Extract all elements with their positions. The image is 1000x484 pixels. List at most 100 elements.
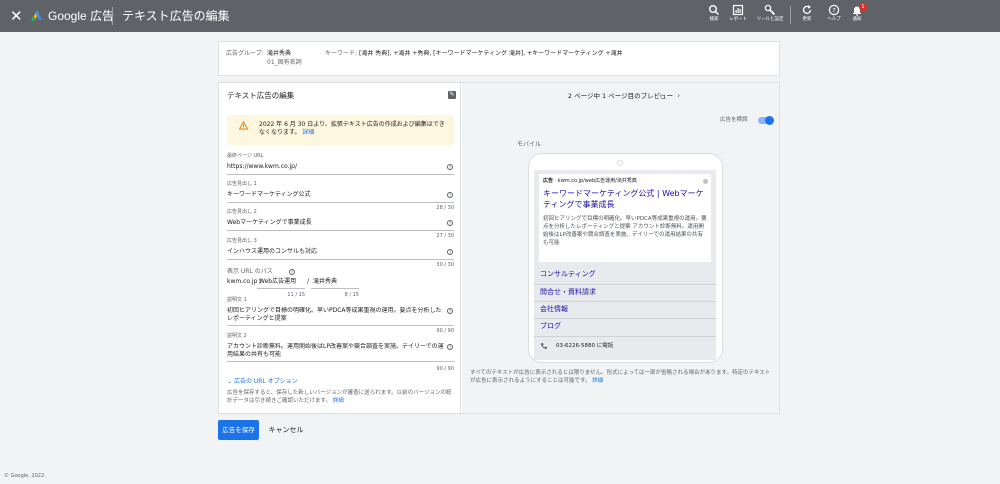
edit-ad-card: テキスト広告の編集 ✎ 2022 年 6 月 30 日より、拡張テキスト広告の作… (218, 82, 780, 414)
sitelink-blog[interactable]: ブログ (540, 322, 561, 331)
report-tool-label: レポート (729, 17, 747, 22)
ad-preview: 広告 · kwm.co.jp/web広告運用/滝井秀典 キーワードマーケティング… (539, 174, 711, 262)
ad-display-url: kwm.co.jp/web広告運用/滝井秀典 (557, 178, 637, 184)
warning-message: 2022 年 6 月 30 日より、拡張テキスト広告の作成および編集はできなくな… (259, 121, 445, 136)
headline1-input[interactable]: キーワードマーケティング公式 (227, 191, 447, 199)
desc1-help-icon[interactable]: ? (447, 308, 453, 314)
adgroup-value: 滝井秀典 (267, 50, 292, 57)
desc2-input[interactable]: アカウント診断無料。運用開始後はLP改善案や競合調査を実施。デイリーでの運用結果… (227, 343, 447, 359)
final-url-underline (227, 174, 454, 175)
search-tool-label: 検索 (709, 17, 719, 22)
headline3-underline (227, 259, 454, 260)
headline3-help-icon[interactable]: ? (447, 249, 453, 255)
toggle-knob (765, 116, 774, 125)
cancel-button[interactable]: キャンセル (266, 420, 306, 440)
adgroup-info-card: 広告グループ: 滝井秀典 01_固有名詞 キーワード: [滝井 秀典], +滝井… (218, 41, 780, 76)
sitelink-divider (534, 284, 716, 285)
path2-input[interactable]: 滝井秀典 (313, 278, 358, 286)
headline3-label: 広告見出し 3 (227, 238, 257, 244)
display-path-label: 表示 URL のパス (227, 268, 273, 275)
refresh-icon (802, 5, 812, 14)
sitelink-divider (534, 336, 716, 337)
preview-prev-button[interactable]: ‹ (659, 91, 662, 101)
disclaimer-text: すべてのテキストが広告に表示されるとは限りません。形式によっては一部が省略される… (470, 370, 771, 384)
save-ad-button[interactable]: 広告を保存 (218, 420, 259, 440)
preview-disclaimer: すべてのテキストが広告に表示されるとは限りません。形式によっては一部が省略される… (470, 369, 775, 385)
headline2-input[interactable]: Webマーケティングで事業成長 (227, 219, 447, 227)
path1-input[interactable]: Web広告運用 (259, 278, 304, 286)
sitelink-contact[interactable]: 問合せ・資料請求 (540, 288, 596, 297)
notifications-button[interactable]: 通知 1 (840, 3, 874, 22)
headline1-help-icon[interactable]: ? (447, 192, 453, 198)
disclaimer-details-link[interactable]: 詳細 (592, 378, 603, 384)
device-label: モバイル (517, 141, 542, 148)
headline3-input[interactable]: インハウス運用のコンサルも対応 (227, 248, 447, 256)
ad-description: 初回ヒアリングで目標の明確化。早いPDCA等成果重視の運用。要点を分析したレポー… (543, 216, 707, 246)
notifications-label: 通知 (852, 17, 862, 22)
expand-toggle[interactable] (758, 116, 774, 125)
ad-headline[interactable]: キーワードマーケティング公式 | Webマーケティングで事業成長 (543, 188, 707, 210)
path1-underline (257, 288, 305, 289)
display-path-help-icon[interactable]: ? (289, 269, 295, 275)
phone-frame: 広告 · kwm.co.jp/web広告運用/滝井秀典 キーワードマーケティング… (528, 153, 723, 363)
notification-badge: 1 (859, 3, 867, 11)
page-title: テキスト広告の編集 (122, 9, 230, 23)
phone-speaker (617, 160, 623, 166)
help-icon: ? (828, 4, 840, 16)
help-label: ヘルプ (827, 17, 841, 22)
save-note-details-link[interactable]: 詳細 (333, 398, 344, 404)
search-icon (709, 5, 719, 15)
copyright: © Google, 2022. (4, 473, 46, 479)
sitelink-company[interactable]: 会社情報 (540, 305, 568, 314)
path2-underline (311, 288, 359, 289)
deprecation-warning: 2022 年 6 月 30 日より、拡張テキスト広告の作成および編集はできなくな… (227, 115, 454, 145)
final-url-label: 最終ページ URL (227, 153, 264, 159)
headline2-counter: 27 / 30 (436, 233, 454, 239)
preview-next-button[interactable]: › (677, 91, 680, 101)
warning-text: 2022 年 6 月 30 日より、拡張テキスト広告の作成および編集はできなくな… (259, 121, 449, 137)
report-tool-button[interactable]: レポート (721, 4, 755, 22)
headline2-help-icon[interactable]: ? (447, 220, 453, 226)
refresh-label: 更新 (802, 17, 812, 22)
svg-text:?: ? (832, 6, 835, 14)
close-button[interactable]: ✕ (10, 6, 23, 26)
phone-icon (541, 343, 547, 349)
headline1-label: 広告見出し 1 (227, 181, 257, 187)
desc2-help-icon[interactable]: ? (447, 344, 453, 350)
url-options-toggle[interactable]: ⌄ 広告の URL オプション (227, 378, 298, 386)
sitelink-divider (534, 318, 716, 319)
desc1-counter: 90 / 90 (436, 328, 454, 334)
keyword-label: キーワード: (325, 50, 358, 57)
adgroup-label: 広告グループ: (226, 50, 264, 57)
headline2-label: 広告見出し 2 (227, 209, 257, 215)
tools-settings-label: ツールと設定 (756, 17, 784, 22)
edit-panel: テキスト広告の編集 ✎ 2022 年 6 月 30 日より、拡張テキスト広告の作… (219, 83, 461, 413)
sitelink-consulting[interactable]: コンサルティング (540, 270, 596, 279)
google-ads-logo-icon (31, 10, 42, 21)
save-note: 広告を保存すると、保存した新しいバージョンが審査に送られます。以前のバージョンの… (227, 390, 455, 405)
info-dot-icon[interactable] (703, 179, 708, 184)
phone-screen: 広告 · kwm.co.jp/web広告運用/滝井秀典 キーワードマーケティング… (534, 170, 716, 360)
desc1-label: 説明文 1 (227, 297, 247, 303)
preview-page-indicator: 2 ページ中 1 ページ目のプレビュー (567, 92, 674, 100)
header-divider (112, 7, 113, 25)
warning-details-link[interactable]: 詳細 (302, 129, 314, 136)
tools-settings-button[interactable]: ツールと設定 (753, 4, 787, 22)
final-url-help-icon[interactable]: ? (447, 164, 453, 170)
headline2-underline (227, 230, 454, 231)
collapse-icon[interactable]: ✎ (448, 91, 456, 99)
edit-panel-title: テキスト広告の編集 (227, 91, 295, 100)
expand-toggle-label: 広告を横調 (720, 117, 748, 123)
url-options-label: 広告の URL オプション (233, 378, 298, 385)
desc1-input[interactable]: 初回ヒアリングで目標の明確化。早いPDCA等成果重視の運用。要点を分析したレポー… (227, 307, 447, 323)
wrench-icon (764, 4, 776, 16)
ad-badge: 広告 (543, 178, 554, 184)
sitelink-divider (534, 301, 716, 302)
desc2-counter: 90 / 90 (436, 366, 454, 372)
headline1-counter: 28 / 30 (436, 205, 454, 211)
call-extension[interactable]: 03-6226-5880 に電話 (556, 343, 613, 350)
keyword-value: [滝井 秀典], +滝井 +秀典, [キーワードマーケティング 滝井], +キー… (359, 50, 623, 57)
final-url-input[interactable]: https://www.kwm.co.jp/ (227, 163, 447, 171)
ad-meta: 広告 · kwm.co.jp/web広告運用/滝井秀典 (543, 178, 637, 184)
path1-counter: 11 / 15 (287, 292, 305, 298)
